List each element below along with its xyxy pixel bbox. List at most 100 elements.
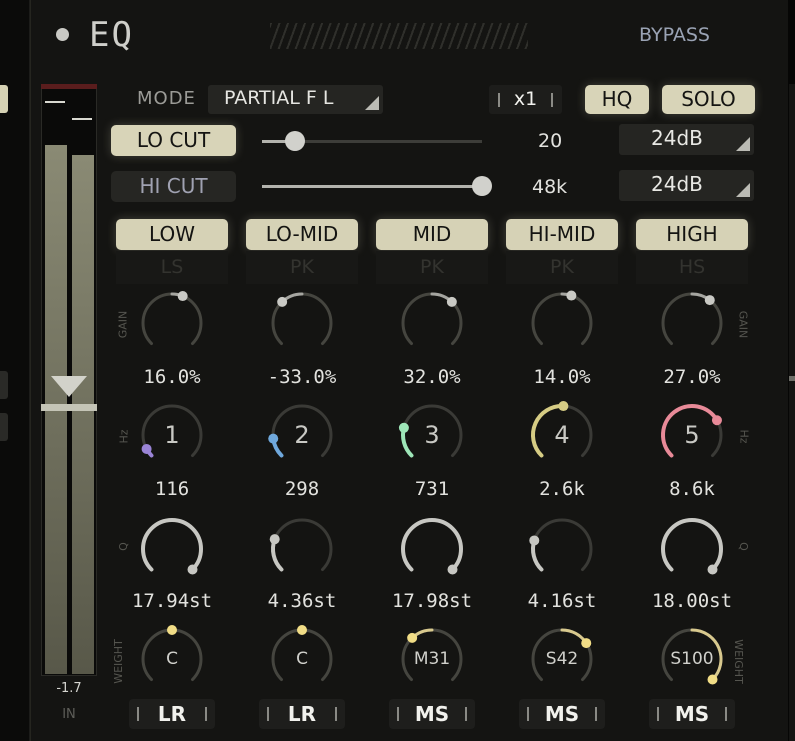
gain-value: 16.0% — [143, 366, 201, 388]
q-knob-pointer — [707, 564, 718, 575]
q-knob-dial — [401, 518, 463, 575]
q-knob[interactable] — [525, 512, 599, 586]
gain-knob[interactable] — [265, 286, 339, 360]
frequency-knob[interactable]: 2 — [265, 398, 339, 472]
hi-cut-slider-fill — [262, 185, 482, 188]
decrement-tick-icon — [397, 707, 399, 721]
oversample-selector[interactable]: x1 — [489, 85, 562, 114]
meter-bar-right — [72, 155, 94, 674]
q-knob-pointer — [269, 534, 280, 545]
frequency-knob-label: 1 — [164, 421, 180, 449]
hi-cut-slope-dropdown[interactable]: 24dB — [619, 170, 754, 201]
stereo-mode-value: MS — [674, 702, 710, 726]
hz-row-label: Hz — [737, 429, 751, 444]
q-knob-value-arc — [661, 518, 723, 572]
meter-clip-indicator — [41, 84, 97, 89]
frequency-knob[interactable]: 1 — [135, 398, 209, 472]
bypass-button[interactable]: BYPASS — [639, 24, 710, 46]
right-scrollbar[interactable] — [789, 84, 795, 741]
lo-cut-button[interactable]: LO CUT — [111, 125, 236, 156]
q-value: 17.94st — [131, 590, 213, 612]
decrement-tick-icon — [137, 707, 139, 721]
decrement-tick-icon — [498, 93, 500, 107]
weight-knob[interactable]: S100 — [655, 622, 729, 696]
band-type-selector[interactable]: LS — [116, 251, 228, 284]
drag-handle[interactable] — [270, 23, 528, 49]
gain-knob-dial — [271, 292, 333, 346]
stereo-mode-selector[interactable]: LR — [259, 699, 345, 729]
stereo-mode-selector[interactable]: LR — [129, 699, 215, 729]
decrement-tick-icon — [657, 707, 659, 721]
stereo-mode-selector[interactable]: MS — [519, 699, 605, 729]
weight-knob-label: C — [166, 649, 178, 669]
gain-knob-pointer — [446, 296, 457, 307]
band-button[interactable]: MID — [376, 219, 488, 250]
band-button[interactable]: LO-MID — [246, 219, 358, 250]
lo-cut-slope-dropdown[interactable]: 24dB — [619, 124, 754, 155]
band-type-selector[interactable]: PK — [246, 251, 358, 284]
weight-knob[interactable]: M31 — [395, 622, 469, 696]
stereo-mode-value: LR — [157, 702, 187, 726]
band-button[interactable]: HIGH — [636, 219, 748, 250]
frequency-knob[interactable]: 5 — [655, 398, 729, 472]
q-knob-value-arc — [141, 518, 203, 572]
increment-tick-icon — [595, 707, 597, 721]
gain-value: 32.0% — [403, 366, 461, 388]
q-knob-value-arc — [401, 518, 463, 572]
band-type-selector[interactable]: HS — [636, 251, 748, 284]
weight-knob[interactable]: C — [135, 622, 209, 696]
power-dot-icon[interactable] — [56, 28, 69, 41]
frequency-value: 2.6k — [539, 478, 585, 500]
q-knob[interactable] — [135, 512, 209, 586]
hq-button[interactable]: HQ — [585, 85, 649, 114]
increment-tick-icon — [335, 707, 337, 721]
frequency-knob[interactable]: 4 — [525, 398, 599, 472]
left-panel-control[interactable] — [0, 413, 8, 441]
q-row-label: Q — [736, 542, 750, 551]
weight-knob[interactable]: C — [265, 622, 339, 696]
scrollbar-thumb[interactable] — [789, 376, 795, 381]
band-type-selector[interactable]: PK — [506, 251, 618, 284]
q-knob[interactable] — [655, 512, 729, 586]
gain-value: 14.0% — [533, 366, 591, 388]
band-type-selector[interactable]: PK — [376, 251, 488, 284]
left-panel-button[interactable] — [0, 85, 8, 113]
frequency-knob[interactable]: 3 — [395, 398, 469, 472]
left-panel-control[interactable] — [0, 371, 8, 399]
hi-cut-slider-thumb[interactable] — [472, 176, 492, 196]
weight-knob-label: S42 — [545, 649, 579, 669]
stereo-mode-value: MS — [544, 702, 580, 726]
band-button[interactable]: LOW — [116, 219, 228, 250]
frequency-knob-label: 3 — [424, 421, 440, 449]
eq-plugin-window: EQ BYPASS -1.7 IN MODE PARTIAL F L x1 HQ… — [0, 0, 795, 741]
gain-knob[interactable] — [395, 286, 469, 360]
q-knob[interactable] — [395, 512, 469, 586]
gain-knob[interactable] — [655, 286, 729, 360]
mode-dropdown[interactable]: PARTIAL F L — [208, 85, 383, 114]
weight-knob-label: S100 — [670, 649, 714, 669]
hi-cut-button[interactable]: HI CUT — [111, 171, 236, 202]
gain-knob[interactable] — [135, 286, 209, 360]
frequency-knob-label: 5 — [684, 421, 700, 449]
hi-cut-value: 48k — [532, 176, 568, 198]
stereo-mode-selector[interactable]: MS — [649, 699, 735, 729]
dropdown-corner-icon — [736, 183, 750, 197]
q-value: 18.00st — [651, 590, 733, 612]
gain-knob-pointer — [566, 290, 577, 301]
stereo-mode-selector[interactable]: MS — [389, 699, 475, 729]
q-knob[interactable] — [265, 512, 339, 586]
lo-cut-slider-thumb[interactable] — [285, 131, 305, 151]
input-gain-arrow-icon[interactable] — [51, 376, 87, 397]
band-button[interactable]: HI-MID — [506, 219, 618, 250]
solo-button[interactable]: SOLO — [662, 85, 755, 114]
frequency-knob-label: 4 — [554, 421, 570, 449]
oversample-value: x1 — [513, 88, 538, 110]
gain-knob-dial — [531, 290, 593, 346]
increment-tick-icon — [725, 707, 727, 721]
lo-cut-value: 20 — [538, 130, 563, 152]
gain-knob-pointer — [277, 296, 288, 307]
weight-knob[interactable]: S42 — [525, 622, 599, 696]
gain-knob-pointer — [177, 291, 188, 302]
input-gain-handle[interactable] — [41, 404, 97, 411]
gain-knob[interactable] — [525, 286, 599, 360]
